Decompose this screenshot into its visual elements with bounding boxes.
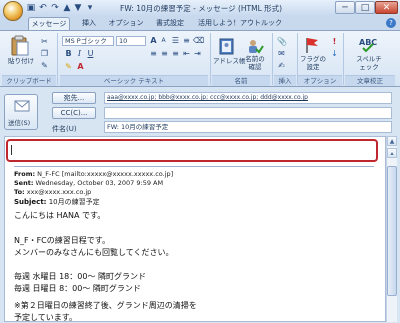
check-names-icon[interactable] <box>246 37 264 55</box>
align-right-icon[interactable]: ≡ <box>171 49 180 58</box>
options-group-label: オプション <box>298 75 342 86</box>
clipboard-group-label: クリップボード <box>2 75 56 86</box>
to-button[interactable]: 宛先... <box>52 92 96 104</box>
italic-icon[interactable]: I <box>75 49 84 58</box>
underline-icon[interactable]: U <box>86 49 95 58</box>
address-book-icon[interactable] <box>218 37 236 55</box>
low-importance-icon[interactable]: ↓ <box>330 49 339 58</box>
align-center-icon[interactable]: ≡ <box>160 49 169 58</box>
cc-field[interactable] <box>104 107 392 119</box>
body-line: ※第２日曜日の練習終了後、グランド周辺の清掃を <box>14 301 197 310</box>
original-to: To: xxx@xxxx.xxx.co.jp <box>14 188 92 196</box>
vertical-scrollbar[interactable]: ▲ ▴ <box>386 136 397 322</box>
close-button[interactable]: ✕ <box>375 1 398 14</box>
window-title: FW: 10月の練習予定 - メッセージ (HTML 形式) <box>120 4 283 13</box>
subject-field[interactable]: FW: 10月の練習予定 <box>104 121 392 133</box>
qat-customize-icon[interactable]: ▾ <box>85 3 95 13</box>
svg-text:ABC: ABC <box>359 38 377 47</box>
signature-icon[interactable]: ✍ <box>277 61 286 70</box>
bullets-icon[interactable]: ☰ <box>171 36 180 45</box>
body-line: 毎週 水曜日 18：00～ 隣町グランド <box>14 272 146 281</box>
arrow-down-icon[interactable]: ▼ <box>73 3 83 13</box>
attach-file-icon[interactable]: 📎 <box>277 37 287 46</box>
cut-icon[interactable]: ✂ <box>40 37 49 46</box>
reply-text-area[interactable] <box>6 139 378 162</box>
title-bar: ▣ ↶ ↷ ▲ ▼ ▾ FW: 10月の練習予定 - メッセージ (HTML 形… <box>0 0 400 16</box>
to-value: aaa@xxxx.co.jp; bbb@xxxx.co.jp; ccc@xxxx… <box>107 94 308 101</box>
body-line: N_F・FCの練習日程です。 <box>14 236 110 245</box>
send-button[interactable]: 送信(S) <box>4 94 38 130</box>
tab-outlook-tips[interactable]: 活用しよう！アウトルック <box>196 17 284 30</box>
font-size-select[interactable]: 10 <box>116 36 146 46</box>
insert-group-label: 挿入 <box>274 75 296 86</box>
maximize-button[interactable]: □ <box>355 1 375 14</box>
attach-item-icon[interactable]: ✉ <box>277 49 286 58</box>
cc-button[interactable]: CC(C)... <box>52 107 96 119</box>
copy-icon[interactable]: ❐ <box>40 49 49 58</box>
grow-font-icon[interactable]: A <box>149 36 158 45</box>
proofing-group-label: 文章校正 <box>345 75 395 86</box>
format-painter-icon[interactable]: ✎ <box>40 61 49 70</box>
tab-options[interactable]: オプション <box>108 17 144 30</box>
minimize-button[interactable]: ─ <box>335 1 355 14</box>
subject-label: 件名(U) <box>52 125 77 133</box>
address-book-label[interactable]: アドレス帳 <box>213 57 246 65</box>
spelling-label[interactable]: スペルチェック <box>355 55 383 71</box>
spelling-icon[interactable]: ABC <box>359 36 377 54</box>
indent-decrease-icon[interactable]: ⇤ <box>182 49 191 58</box>
to-field[interactable]: aaa@xxxx.co.jp; bbb@xxxx.co.jp; ccc@xxxx… <box>104 92 392 104</box>
text-cursor <box>11 145 12 155</box>
follow-up-flag-icon[interactable] <box>303 36 321 54</box>
ribbon-tabs: メッセージ 挿入 オプション 書式設定 活用しよう！アウトルック ? <box>0 16 400 30</box>
shrink-font-icon[interactable]: A <box>159 36 168 45</box>
body-line: 毎週 日曜日 8：00～ 隣町グランド <box>14 284 141 293</box>
check-names-label[interactable]: 名前の確認 <box>243 55 267 71</box>
save-icon[interactable]: ▣ <box>26 3 36 13</box>
undo-icon[interactable]: ↶ <box>38 3 48 13</box>
font-color-icon[interactable]: A <box>76 62 85 71</box>
tab-message[interactable]: メッセージ <box>28 17 70 30</box>
scrollbar-thumb[interactable] <box>387 166 397 296</box>
numbering-icon[interactable]: ≡ <box>182 36 191 45</box>
header-separator <box>14 166 374 167</box>
high-importance-icon[interactable]: ! <box>330 37 339 46</box>
body-line: こんにちは HANA です。 <box>14 211 106 220</box>
office-button[interactable] <box>3 1 23 21</box>
arrow-up-icon[interactable]: ▲ <box>62 3 72 13</box>
body-line: メンバーのみなさんにも回覧してください。 <box>14 248 174 257</box>
names-group-label: 名前 <box>212 75 270 86</box>
original-from: From: N_F-FC [mailto:xxxxx@xxxxx.xxxxx.c… <box>14 170 174 178</box>
font-name-select[interactable]: MS Pゴシック <box>62 36 114 46</box>
scroll-page-icon[interactable]: ▴ <box>387 148 397 158</box>
original-subject: Subject: 10月の練習予定 <box>14 198 100 206</box>
clear-format-icon[interactable]: ⌫ <box>193 36 204 45</box>
tab-format[interactable]: 書式設定 <box>152 17 188 30</box>
send-envelope-icon <box>14 100 30 112</box>
highlight-icon[interactable]: ✎ <box>64 62 73 71</box>
align-left-icon[interactable]: ≡ <box>149 49 158 58</box>
tab-insert[interactable]: 挿入 <box>78 17 100 30</box>
paste-label[interactable]: 貼り付け <box>8 57 34 65</box>
send-label: 送信(S) <box>8 119 31 127</box>
help-icon[interactable]: ? <box>386 18 396 28</box>
bold-icon[interactable]: B <box>64 49 73 58</box>
message-body[interactable] <box>4 136 386 322</box>
scroll-up-icon[interactable]: ▲ <box>387 136 397 146</box>
ribbon: 貼り付け ✂ ❐ ✎ クリップボード MS Pゴシック 10 A A ☰ ≡ ⌫… <box>0 30 400 87</box>
basic-text-group-label: ベーシック テキスト <box>60 75 208 86</box>
body-line: 予定しています。 <box>14 313 77 322</box>
follow-up-label[interactable]: フラグの設定 <box>299 55 327 71</box>
redo-icon[interactable]: ↷ <box>50 3 60 13</box>
indent-increase-icon[interactable]: ⇥ <box>193 49 202 58</box>
original-sent: Sent: Wednesday, October 03, 2007 9:59 A… <box>14 179 164 187</box>
paste-icon[interactable] <box>10 35 30 57</box>
